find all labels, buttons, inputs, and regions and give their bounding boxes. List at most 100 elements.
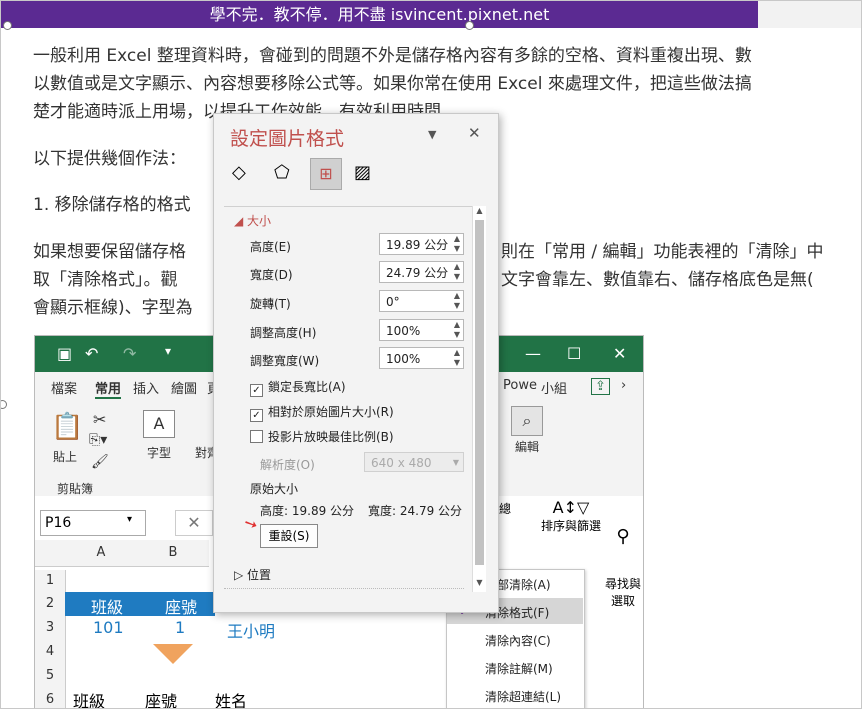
best-scale-checkbox[interactable]: 投影片放映最佳比例(B)	[250, 428, 394, 445]
height-field[interactable]: 19.89 公分 ▲ ▼	[379, 233, 464, 255]
tab-team[interactable]: 小組	[541, 378, 567, 397]
font-button[interactable]: 字型	[147, 444, 171, 461]
spin-arrows-icon[interactable]: ▲ ▼	[454, 320, 460, 340]
spin-arrows-icon[interactable]: ▲ ▼	[454, 262, 460, 282]
spin-arrows-icon[interactable]: ▲ ▼	[454, 291, 460, 311]
tab-power[interactable]: Powe	[503, 378, 537, 393]
row-header[interactable]: 1	[35, 570, 66, 592]
copy-icon[interactable]: ⎘▾	[89, 432, 107, 448]
scale-width-label: 調整寬度(W)	[250, 354, 320, 368]
resize-handle[interactable]	[465, 21, 474, 30]
row-header[interactable]: 2	[35, 592, 66, 616]
scroll-down-icon[interactable]: ▼	[473, 578, 486, 590]
rotation-label: 旋轉(T)	[250, 297, 291, 311]
article-line: 會顯示框線)、字型為	[33, 298, 193, 318]
edit-button[interactable]: 編輯	[515, 438, 539, 455]
customize-icon[interactable]: ▾	[165, 344, 171, 358]
spin-arrows-icon[interactable]: ▲ ▼	[454, 234, 460, 254]
cell[interactable]: 姓名	[215, 688, 247, 708]
reset-button[interactable]: 重設(S)	[260, 524, 318, 548]
rotation-value: 0°	[386, 295, 400, 309]
row-header[interactable]: 6	[35, 688, 66, 708]
cell[interactable]: 101	[93, 618, 124, 637]
lock-aspect-label: 鎖定長寬比(A)	[268, 380, 346, 394]
maximize-icon[interactable]: ☐	[567, 344, 581, 363]
screenshot-frame: 學不完．教不停．用不盡 isvincent.pixnet.net 一般利用 Ex…	[0, 0, 862, 709]
resize-handle[interactable]	[3, 21, 12, 30]
cut-icon[interactable]: ✂	[93, 410, 106, 429]
cell[interactable]: 班級	[91, 594, 123, 618]
section-position[interactable]: ▷ 位置	[234, 566, 271, 583]
divider	[224, 206, 484, 207]
tab-file[interactable]: 檔案	[51, 378, 77, 397]
scale-width-field[interactable]: 100% ▲ ▼	[379, 347, 464, 369]
close-icon[interactable]: ✕	[613, 344, 626, 363]
pane-options-icon[interactable]: ▼	[428, 128, 436, 141]
row-header[interactable]: 3	[35, 616, 66, 640]
original-height-label: 高度:	[260, 504, 289, 518]
picture-icon[interactable]: ▨	[354, 162, 371, 183]
resize-handle[interactable]	[1, 400, 7, 409]
effects-icon[interactable]: ⬠	[274, 162, 290, 183]
scroll-up-icon[interactable]: ▲	[473, 206, 486, 218]
column-header[interactable]: A	[65, 540, 137, 567]
menu-item-clear-comments[interactable]: 清除註解(M)	[485, 660, 553, 677]
redo-icon[interactable]: ↷	[123, 344, 136, 363]
original-width-value: 24.79 公分	[399, 504, 463, 518]
width-label: 寬度(D)	[250, 268, 293, 282]
rotation-field[interactable]: 0° ▲ ▼	[379, 290, 464, 312]
lock-aspect-checkbox[interactable]: ✓ 鎖定長寬比(A)	[250, 378, 346, 397]
checkbox-empty-icon	[250, 430, 263, 443]
resolution-select[interactable]: 640 x 480 ▼	[364, 452, 464, 472]
corner-cell[interactable]	[35, 540, 65, 567]
row-header[interactable]: 4	[35, 640, 66, 664]
close-icon[interactable]: ✕	[468, 124, 481, 142]
ribbon-scroll-icon[interactable]: ›	[621, 378, 626, 393]
site-banner: 學不完．教不停．用不盡 isvincent.pixnet.net	[1, 1, 758, 28]
cell[interactable]: 1	[175, 618, 185, 637]
clipboard-group: 剪貼簿	[57, 482, 94, 496]
paste-button[interactable]: 貼上	[53, 448, 77, 465]
font-icon[interactable]: A	[143, 410, 175, 438]
cell[interactable]: 座號	[145, 688, 177, 708]
tab-home[interactable]: 常用	[95, 378, 122, 399]
chevron-down-icon[interactable]: ▾	[127, 514, 132, 525]
cell[interactable]: 座號	[165, 594, 197, 618]
format-painter-icon[interactable]: 🖌	[91, 454, 109, 470]
scroll-thumb[interactable]	[475, 220, 484, 565]
original-height-value: 19.89 公分	[291, 504, 355, 518]
spin-arrows-icon[interactable]: ▲ ▼	[454, 348, 460, 368]
menu-item-clear-contents[interactable]: 清除內容(C)	[485, 632, 551, 649]
article-line: 1. 移除儲存格的格式	[33, 195, 191, 215]
save-icon[interactable]: ▣	[57, 344, 72, 363]
height-value: 19.89 公分	[386, 238, 449, 252]
article-line: 如果想要保留儲存格	[33, 242, 186, 262]
cancel-icon[interactable]: ✕	[175, 510, 213, 536]
sort-filter-button[interactable]: A↕▽ 排序與篩選	[540, 498, 602, 534]
row-header[interactable]: 5	[35, 664, 66, 688]
resolution-label: 解析度(O)	[260, 458, 315, 472]
width-field[interactable]: 24.79 公分 ▲ ▼	[379, 261, 464, 283]
paste-icon[interactable]: 📋	[51, 412, 83, 442]
size-properties-icon[interactable]: ⊞	[310, 158, 342, 190]
relative-size-checkbox[interactable]: ✓ 相對於原始圖片大小(R)	[250, 403, 394, 422]
fill-line-icon[interactable]: ◇	[232, 162, 246, 183]
checkbox-checked-icon: ✓	[250, 409, 263, 422]
original-width-label: 寬度:	[368, 504, 397, 518]
search-icon[interactable]: ⌕	[511, 406, 543, 436]
minimize-icon[interactable]: —	[525, 344, 541, 363]
cell[interactable]: 班級	[73, 688, 105, 708]
scale-height-field[interactable]: 100% ▲ ▼	[379, 319, 464, 341]
pane-scrollbar[interactable]: ▲ ▼	[472, 206, 486, 592]
article-line: 則在「常用 / 編輯」功能表裡的「清除」中	[501, 242, 824, 262]
tab-draw[interactable]: 繪圖	[171, 378, 197, 397]
original-width: 寬度: 24.79 公分	[368, 502, 462, 519]
undo-icon[interactable]: ↶	[85, 344, 98, 363]
section-size[interactable]: ◢ 大小	[234, 212, 271, 229]
column-header[interactable]: B	[137, 540, 209, 567]
menu-item-clear-hyperlinks[interactable]: 清除超連結(L)	[485, 688, 561, 705]
pane-title: 設定圖片格式	[230, 128, 345, 150]
share-icon[interactable]: ⇪	[591, 378, 610, 395]
cell[interactable]: 王小明	[227, 618, 275, 642]
tab-insert[interactable]: 插入	[133, 378, 159, 397]
